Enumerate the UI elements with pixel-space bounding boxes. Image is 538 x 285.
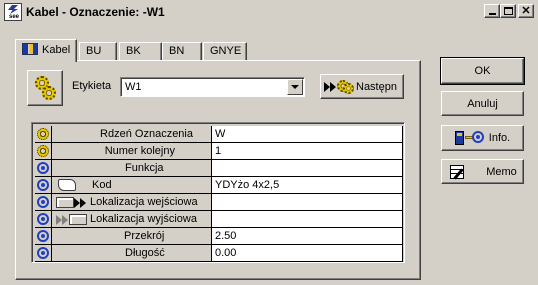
minimize-button[interactable] [484,4,500,18]
property-value[interactable] [212,160,403,177]
next-gear-icon [324,79,356,94]
link-icon [37,213,49,225]
link-icon [37,247,49,259]
chevron-down-icon[interactable] [287,79,303,95]
property-value[interactable]: YDYżo 4x2,5 [212,177,403,194]
tab-label: BN [169,45,185,57]
etykieta-value: W1 [125,81,142,93]
info-icon [454,130,487,146]
ok-button[interactable]: OK [440,57,525,85]
maximize-button[interactable] [500,4,516,18]
tab-label: BU [86,45,102,57]
title-bar: see Kabel - Oznaczenie: -W1 ✕ [0,0,538,24]
gear-icon [37,128,49,140]
etykieta-dropdown[interactable]: W1 [120,77,305,97]
book-icon[interactable] [58,179,76,191]
link-icon [37,162,49,174]
property-name: Rdzeń Oznaczenia [52,126,212,143]
property-name: Funkcja [52,160,212,177]
property-value[interactable]: W [212,126,403,143]
property-value[interactable]: 1 [212,143,403,160]
memo-button-label: Memo [486,165,517,178]
label-settings-button[interactable] [27,70,63,106]
table-row[interactable]: Funkcja [35,160,403,177]
property-name: Przekrój [52,228,212,245]
property-value[interactable] [212,194,403,211]
info-button-label: Info. [488,132,511,144]
link-icon [37,179,49,191]
memo-icon [448,164,470,180]
link-icon [37,230,49,242]
tab-label: Kabel [42,44,71,56]
link-icon [37,196,49,208]
property-name: Numer kolejny [52,143,212,160]
tab-bk[interactable]: BK [119,42,162,61]
tab-bn[interactable]: BN [162,42,202,61]
table-row[interactable]: Lokalizacja wejściowa [35,194,403,211]
tab-label: GNYE [210,45,242,57]
property-name: Lokalizacja wyjściowa [90,213,197,225]
table-row[interactable]: Lokalizacja wyjściowa [35,211,403,228]
maximize-icon [503,7,513,15]
info-button[interactable]: Info. [441,125,524,151]
table-row[interactable]: Długość 0.00 [35,245,403,262]
table-row[interactable]: Rdzeń Oznaczenia W [35,126,403,143]
next-button-label: Następn [356,80,397,93]
close-button[interactable]: ✕ [518,4,534,18]
property-grid: Rdzeń Oznaczenia W Numer kolejny 1 Funkc… [31,122,405,263]
table-row[interactable]: Numer kolejny 1 [35,143,403,160]
property-value[interactable]: 0.00 [212,245,403,262]
cable-icon [22,43,38,55]
table-row[interactable]: Przekrój 2.50 [35,228,403,245]
tab-kabel[interactable]: Kabel [15,39,77,62]
property-name: Lokalizacja wejściowa [90,196,198,208]
gear-icon [37,145,49,157]
table-row[interactable]: Kod YDYżo 4x2,5 [35,177,403,194]
property-name: Kod [92,179,112,191]
close-icon: ✕ [521,5,531,17]
cancel-button[interactable]: Anuluj [441,91,524,116]
minimize-icon [488,13,496,15]
property-value[interactable]: 2.50 [212,228,403,245]
property-name: Długość [52,245,212,262]
next-button[interactable]: Następn [320,74,404,99]
gear-icon [42,86,56,100]
tab-bu[interactable]: BU [79,42,117,61]
tab-gnye[interactable]: GNYE [203,42,247,61]
property-value[interactable] [212,211,403,228]
window-title: Kabel - Oznaczenie: -W1 [26,5,165,19]
app-icon[interactable]: see [4,3,22,21]
app-icon-label: see [8,14,19,20]
tab-label: BK [126,45,141,57]
ok-button-label: OK [474,65,491,77]
cancel-button-label: Anuluj [467,97,498,110]
memo-button[interactable]: Memo [441,159,524,184]
etykieta-label: Etykieta [72,80,112,92]
